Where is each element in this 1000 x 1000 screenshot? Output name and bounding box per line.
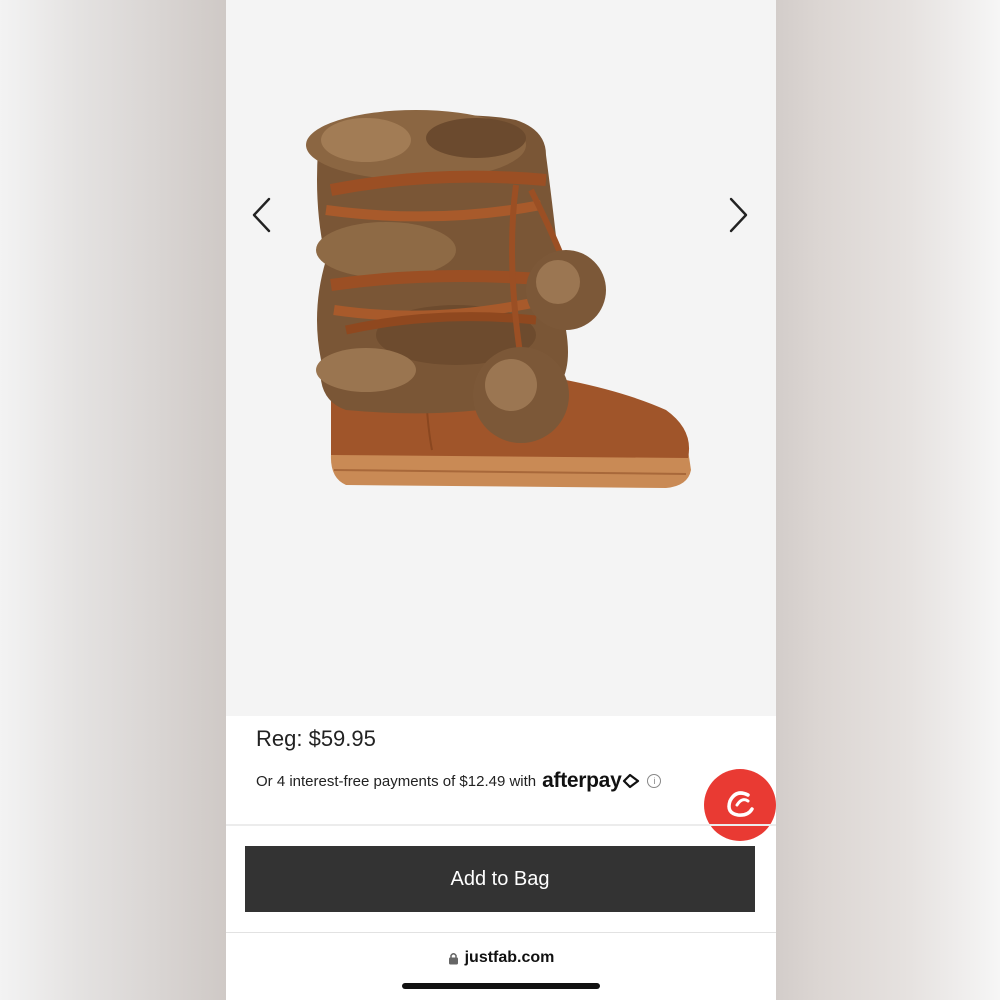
browser-address-bar[interactable]: justfab.com: [226, 932, 776, 1000]
url-text: justfab.com: [464, 949, 555, 966]
afterpay-brand: afterpay: [542, 769, 622, 792]
carousel-prev-button[interactable]: [242, 193, 282, 237]
home-indicator[interactable]: [402, 983, 600, 989]
info-icon[interactable]: i: [647, 774, 662, 788]
phone-screen: Reg: $59.95 Or 4 interest-free payments …: [226, 0, 776, 1000]
section-divider: [226, 824, 776, 826]
product-image-carousel: [226, 0, 776, 716]
carousel-next-button[interactable]: [718, 193, 758, 237]
lock-icon: [448, 952, 458, 964]
installments-text: Or 4 interest-free payments of $12.49 wi…: [256, 772, 537, 790]
chevron-left-icon: [252, 197, 271, 233]
product-image[interactable]: [306, 110, 706, 510]
afterpay-logo: afterpay: [542, 769, 641, 793]
afterpay-arrows-icon: [623, 773, 640, 789]
add-to-bag-button[interactable]: Add to Bag: [245, 846, 755, 912]
afterpay-installments: Or 4 interest-free payments of $12.49 wi…: [256, 766, 662, 796]
background-right: [776, 0, 1000, 1000]
chat-logo-icon: [727, 791, 754, 817]
url-display[interactable]: justfab.com: [226, 949, 776, 967]
background-left: [0, 0, 226, 1000]
chat-logo-button[interactable]: [704, 769, 776, 841]
product-price: Reg: $59.95: [256, 726, 376, 751]
chevron-right-icon: [729, 197, 748, 233]
